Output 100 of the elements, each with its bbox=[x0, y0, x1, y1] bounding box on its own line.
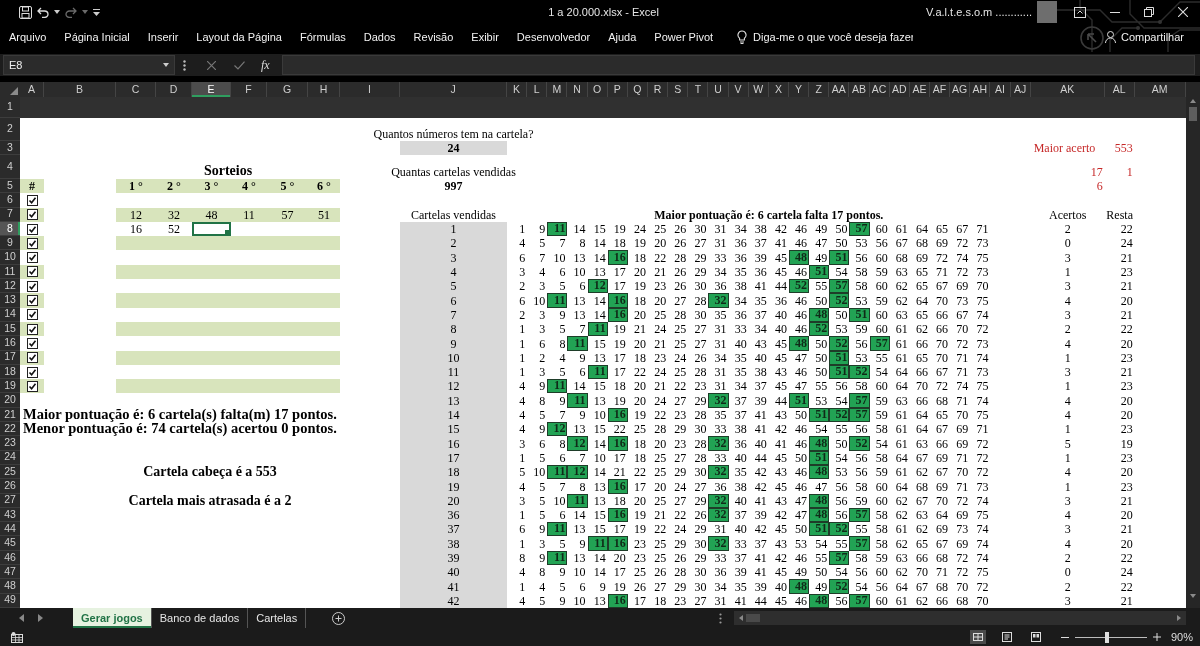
redo-icon[interactable] bbox=[65, 6, 77, 18]
column-header[interactable]: AB bbox=[849, 82, 870, 97]
ribbon-tab[interactable]: Fórmulas bbox=[299, 28, 346, 46]
ribbon-display-icon[interactable] bbox=[1074, 6, 1086, 18]
ribbon-tab[interactable]: Desenvolvedor bbox=[516, 28, 591, 46]
active-cell[interactable] bbox=[192, 221, 231, 237]
normal-view-icon[interactable] bbox=[969, 630, 986, 644]
column-header[interactable]: AK bbox=[1030, 82, 1105, 97]
row-header[interactable]: 6 bbox=[0, 193, 20, 208]
checkbox[interactable] bbox=[26, 194, 38, 206]
row-header[interactable]: 5 bbox=[0, 179, 20, 194]
caret-icon[interactable] bbox=[54, 10, 60, 14]
column-header[interactable]: E bbox=[192, 82, 231, 97]
column-header[interactable]: A bbox=[20, 82, 44, 97]
ribbon-tab[interactable]: Ajuda bbox=[608, 28, 637, 46]
checkbox[interactable] bbox=[26, 352, 38, 364]
column-header[interactable]: I bbox=[340, 82, 400, 97]
checkbox[interactable] bbox=[26, 237, 38, 249]
save-icon[interactable] bbox=[19, 5, 32, 19]
close-icon[interactable] bbox=[1178, 7, 1188, 17]
row-header[interactable]: 19 bbox=[0, 379, 20, 394]
column-header[interactable]: C bbox=[116, 82, 156, 97]
zoom-thumb[interactable] bbox=[1105, 631, 1110, 643]
ribbon-tab[interactable]: Dados bbox=[363, 28, 396, 46]
checkbox[interactable] bbox=[26, 337, 38, 349]
sheet-icon[interactable] bbox=[11, 631, 23, 643]
check-icon[interactable] bbox=[234, 60, 245, 70]
column-header[interactable]: AM bbox=[1134, 82, 1186, 97]
ribbon-tab[interactable]: Página Inicial bbox=[64, 28, 130, 46]
previous-sheet-icon[interactable] bbox=[19, 614, 24, 622]
resize-handle-icon[interactable] bbox=[719, 612, 722, 624]
customize-icon[interactable] bbox=[93, 8, 100, 16]
row-header[interactable]: 9 bbox=[0, 236, 20, 251]
name-box[interactable]: E8 bbox=[3, 55, 175, 75]
column-header[interactable]: AH bbox=[970, 82, 991, 97]
column-header[interactable]: AA bbox=[829, 82, 850, 97]
column-header[interactable]: H bbox=[308, 82, 340, 97]
column-header[interactable]: F bbox=[231, 82, 267, 97]
row-header[interactable]: 12 bbox=[0, 279, 20, 294]
column-header[interactable]: G bbox=[267, 82, 308, 97]
checkbox[interactable] bbox=[26, 309, 38, 321]
column-header[interactable]: M bbox=[547, 82, 568, 97]
formula-field[interactable] bbox=[281, 55, 1195, 75]
horizontal-scrollbar[interactable] bbox=[734, 611, 1186, 625]
ribbon-tab[interactable]: Power Pivot bbox=[654, 28, 714, 46]
row-header[interactable]: 22 bbox=[0, 422, 20, 437]
column-header[interactable]: L bbox=[527, 82, 548, 97]
ribbon-tab[interactable]: Exibir bbox=[471, 28, 499, 46]
share-button[interactable]: Compartilhar bbox=[1105, 28, 1184, 46]
column-header[interactable]: T bbox=[688, 82, 709, 97]
lightbulb-icon[interactable] bbox=[737, 30, 748, 44]
next-sheet-icon[interactable] bbox=[38, 614, 43, 622]
ribbon-tab[interactable]: Revisão bbox=[413, 28, 454, 46]
caret-icon[interactable] bbox=[163, 63, 169, 67]
column-header[interactable]: N bbox=[567, 82, 588, 97]
zoom-in-icon[interactable] bbox=[1152, 633, 1161, 641]
column-header[interactable]: J bbox=[400, 82, 507, 97]
column-header[interactable]: AI bbox=[990, 82, 1011, 97]
row-header[interactable]: 13 bbox=[0, 293, 20, 308]
ribbon-tab[interactable]: Arquivo bbox=[9, 28, 47, 46]
more-icon[interactable] bbox=[183, 59, 186, 71]
row-header[interactable]: 4 bbox=[0, 155, 20, 179]
row-header[interactable]: 47 bbox=[0, 565, 20, 580]
column-header[interactable]: B bbox=[44, 82, 116, 97]
column-header[interactable]: U bbox=[708, 82, 729, 97]
vertical-scrollbar[interactable] bbox=[1186, 82, 1200, 608]
checkbox[interactable] bbox=[26, 380, 38, 392]
undo-icon[interactable] bbox=[37, 6, 49, 18]
row-header[interactable]: 26 bbox=[0, 479, 20, 494]
checkbox[interactable] bbox=[26, 295, 38, 306]
row-header[interactable]: 20 bbox=[0, 393, 20, 408]
minimize-icon[interactable] bbox=[1110, 11, 1120, 13]
column-header[interactable]: AG bbox=[950, 82, 971, 97]
checkbox[interactable] bbox=[26, 223, 38, 235]
checkbox[interactable] bbox=[26, 323, 38, 335]
column-header[interactable]: K bbox=[507, 82, 528, 97]
user-name[interactable]: V.a.l.t.e.s.o.m ............ bbox=[926, 3, 1032, 21]
row-header[interactable]: 10 bbox=[0, 250, 20, 265]
checkbox[interactable] bbox=[26, 266, 38, 278]
ribbon-tab[interactable]: Layout da Página bbox=[196, 28, 282, 46]
restore-icon[interactable] bbox=[1144, 7, 1154, 17]
column-header[interactable]: Z bbox=[809, 82, 830, 97]
column-header[interactable]: AL bbox=[1104, 82, 1135, 97]
zoom-level[interactable]: 90% bbox=[1170, 628, 1193, 646]
row-header[interactable]: 48 bbox=[0, 579, 20, 594]
insert-function-button[interactable]: fx bbox=[261, 56, 270, 74]
column-header[interactable]: D bbox=[156, 82, 192, 97]
select-all-icon[interactable] bbox=[10, 87, 18, 95]
row-header[interactable]: 45 bbox=[0, 536, 20, 551]
checkbox[interactable] bbox=[26, 280, 38, 292]
checkbox[interactable] bbox=[26, 366, 38, 378]
sheet-tab[interactable]: Gerar jogos bbox=[73, 608, 152, 628]
checkbox[interactable] bbox=[26, 252, 38, 264]
row-header[interactable]: 2 bbox=[0, 118, 20, 141]
add-sheet-icon[interactable] bbox=[332, 611, 346, 625]
row-header[interactable]: 16 bbox=[0, 336, 20, 351]
column-header[interactable]: S bbox=[668, 82, 689, 97]
row-header[interactable]: 3 bbox=[0, 141, 20, 155]
checkbox[interactable] bbox=[26, 209, 38, 221]
row-header[interactable]: 23 bbox=[0, 436, 20, 451]
